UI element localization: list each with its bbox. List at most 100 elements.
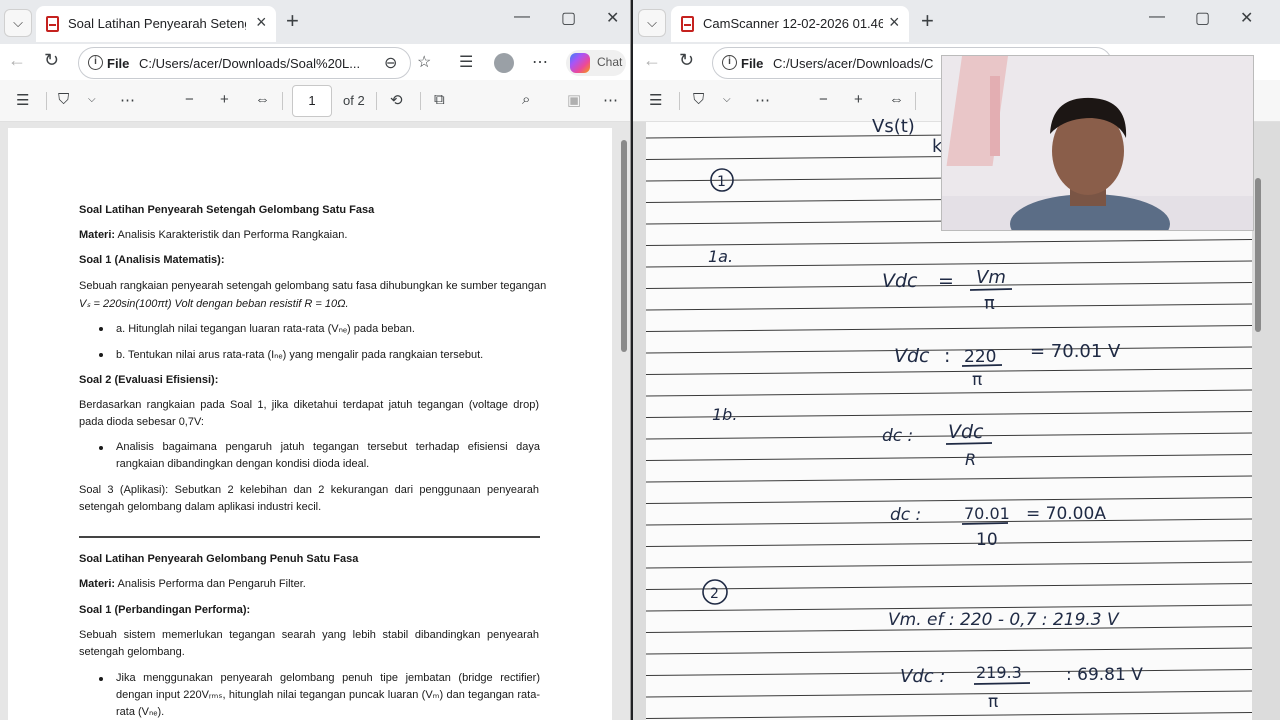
maximize-icon[interactable]: ▢ [1195, 8, 1210, 28]
more-tools-icon[interactable]: ⋯ [120, 91, 135, 109]
page-view-icon[interactable]: ⧉ [434, 91, 445, 108]
close-window-icon[interactable]: ✕ [1240, 8, 1253, 28]
soal2-heading: Soal 2 (Evaluasi Efisiensi): [79, 374, 219, 386]
info-icon[interactable]: i [88, 55, 103, 70]
page-number-input[interactable]: 1 [292, 85, 332, 117]
bullet-a: a. Hitunglah nilai tegangan luaran rata-… [116, 323, 415, 335]
back-arrow-icon[interactable]: ← [643, 50, 661, 71]
tab-pdf-camscanner[interactable]: CamScanner 12-02-2026 01.46.pd × [671, 6, 909, 42]
ruled-line [646, 368, 1252, 375]
favorites-list-icon[interactable]: ☰ [459, 52, 473, 72]
toolbar-divider [282, 92, 283, 110]
ruled-line [646, 325, 1252, 332]
ruled-line [646, 497, 1252, 504]
highlight-icon[interactable]: ⛉ [693, 91, 704, 108]
bullet-b: b. Tentukan nilai arus rata-rata (Iₙₑ) y… [116, 349, 484, 361]
minimize-icon[interactable]: — [514, 8, 530, 26]
soal2-paragraph: Berdasarkan rangkaian pada Soal 1, jika … [79, 399, 539, 428]
chevron-down-icon[interactable]: ⌵ [88, 94, 96, 105]
zoom-out-icon[interactable]: − [185, 91, 194, 108]
ruled-line [646, 604, 1252, 612]
address-box[interactable]: i File C:/Users/acer/Downloads/Soal%20L.… [78, 47, 411, 79]
more-tools-icon[interactable]: ⋯ [755, 91, 770, 109]
save-icon[interactable]: ▣ [567, 91, 581, 109]
toolbar-divider [420, 92, 421, 110]
ruled-line [646, 626, 1252, 633]
ruled-line [646, 518, 1252, 526]
info-icon[interactable]: i [722, 55, 737, 70]
doc-title-1: Soal Latihan Penyearah Setengah Gelomban… [79, 204, 375, 216]
contents-list-icon[interactable]: ☰ [16, 91, 29, 109]
profile-avatar[interactable] [494, 53, 514, 73]
tab-pdf-soal[interactable]: Soal Latihan Penyearah Setengah × [36, 6, 276, 42]
soal1-heading: Soal 1 (Analisis Matematis): [79, 254, 225, 266]
tab-actions-menu-icon[interactable]: ⌵ [4, 9, 32, 37]
zoom-in-icon[interactable]: + [220, 91, 229, 108]
ruled-line [646, 475, 1252, 483]
close-window-icon[interactable]: ✕ [606, 8, 619, 28]
ruled-line [646, 411, 1252, 418]
ruled-line [646, 540, 1252, 547]
materi-label: Materi: [79, 578, 116, 590]
pdf-more-icon[interactable]: ⋯ [603, 91, 618, 109]
ruled-line [646, 260, 1252, 268]
doc-title-2: Soal Latihan Penyearah Gelombang Penuh S… [79, 553, 359, 565]
ruled-line [646, 669, 1252, 676]
favorite-star-icon[interactable]: ☆ [417, 52, 431, 72]
bullet [99, 353, 103, 357]
reload-icon[interactable]: ↻ [44, 50, 59, 71]
ruled-line [646, 647, 1252, 655]
zoom-in-icon[interactable]: + [854, 91, 863, 108]
url-text[interactable]: C:/Users/acer/Downloads/C [773, 56, 933, 71]
minimize-icon[interactable]: — [1149, 8, 1165, 26]
copilot-chat-button[interactable]: Chat [566, 50, 626, 76]
left-browser-window: ⌵ Soal Latihan Penyearah Setengah × + — … [0, 0, 631, 720]
zoom-icon[interactable]: ⊖ [384, 53, 397, 73]
more-menu-icon[interactable]: ⋯ [532, 52, 548, 72]
fit-width-icon[interactable]: ⇔ [255, 91, 270, 108]
soal1b-paragraph: Sebuah sistem memerlukan tegangan searah… [79, 629, 539, 658]
scrollbar-thumb[interactable] [1255, 178, 1261, 332]
copilot-icon [570, 53, 590, 73]
tab-strip: ⌵ CamScanner 12-02-2026 01.46.pd × + — ▢… [633, 0, 1280, 44]
close-tab-icon[interactable]: × [256, 12, 267, 33]
address-bar-row: ← ↻ i File C:/Users/acer/Downloads/Soal%… [0, 44, 630, 80]
toolbar-divider [46, 92, 47, 110]
zoom-out-icon[interactable]: − [819, 91, 828, 108]
toolbar-divider [376, 92, 377, 110]
toolbar-divider [915, 92, 916, 110]
soal2-bullet: Analisis bagaimana pengaruh jatuh tegang… [116, 441, 540, 470]
close-tab-icon[interactable]: × [889, 12, 900, 33]
tab-actions-menu-icon[interactable]: ⌵ [638, 9, 666, 37]
materi-text: Analisis Karakteristik dan Performa Rang… [115, 229, 348, 241]
ruled-line [646, 454, 1252, 461]
pdf-toolbar: ☰ ⛉ ⌵ ⋯ − + ⇔ 1 of 2 ⟲ ⧉ ⌕ ▣ ⋯ [0, 80, 630, 122]
pdf-file-icon [46, 16, 59, 32]
new-tab-icon[interactable]: + [286, 8, 299, 34]
ruled-line [646, 561, 1252, 569]
maximize-icon[interactable]: ▢ [561, 8, 576, 28]
url-text[interactable]: C:/Users/acer/Downloads/Soal%20L... [139, 56, 360, 71]
materi-label: Materi: [79, 229, 116, 241]
materi-text: Analisis Performa dan Pengaruh Filter. [115, 578, 306, 590]
reload-icon[interactable]: ↻ [679, 50, 694, 71]
page-total: of 2 [343, 93, 365, 108]
pdf-file-icon [681, 16, 694, 32]
webcam-overlay [941, 55, 1254, 231]
back-arrow-icon[interactable]: ← [8, 50, 26, 71]
search-icon[interactable]: ⌕ [522, 91, 530, 108]
rotate-icon[interactable]: ⟲ [390, 91, 403, 109]
soal1b-heading: Soal 1 (Perbandingan Performa): [79, 604, 251, 616]
ruled-line [646, 712, 1252, 719]
bullet [99, 327, 103, 331]
fit-width-icon[interactable]: ⇔ [889, 91, 904, 108]
tab-title: Soal Latihan Penyearah Setengah [68, 16, 246, 31]
webcam-person-image [942, 56, 1253, 230]
new-tab-icon[interactable]: + [921, 8, 934, 34]
file-scheme-label: File [107, 56, 130, 71]
ruled-line [646, 282, 1252, 289]
scrollbar-thumb[interactable] [621, 140, 627, 352]
chevron-down-icon[interactable]: ⌵ [723, 94, 731, 105]
contents-list-icon[interactable]: ☰ [649, 91, 662, 109]
highlight-icon[interactable]: ⛉ [58, 91, 69, 108]
